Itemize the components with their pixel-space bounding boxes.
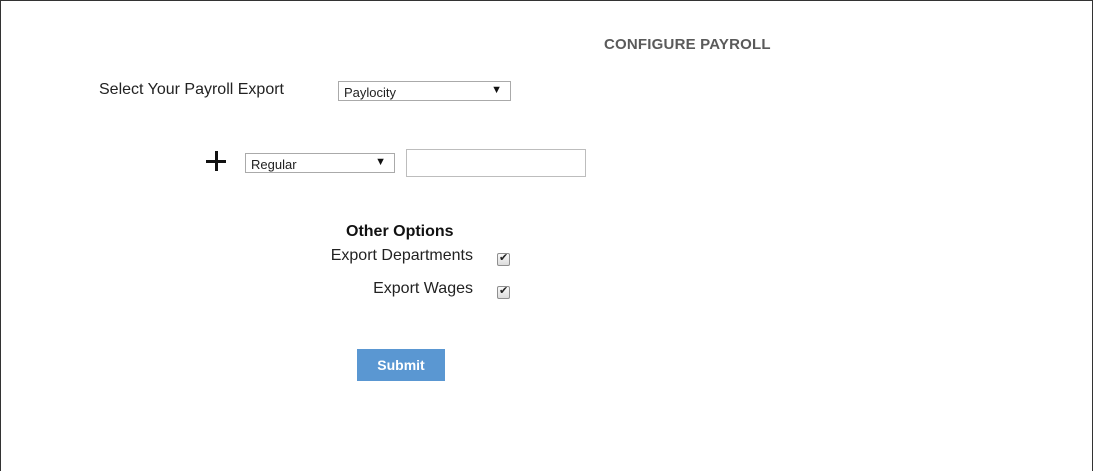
page-frame: CONFIGURE PAYROLL Select Your Payroll Ex… (0, 0, 1093, 471)
dropdown-arrow-icon: ▼ (375, 156, 386, 168)
dropdown-arrow-icon: ▼ (491, 84, 502, 96)
payroll-export-label: Select Your Payroll Export (99, 81, 284, 98)
submit-button[interactable]: Submit (357, 349, 445, 381)
export-wages-checkbox[interactable]: ✔ (497, 285, 510, 299)
pay-type-select[interactable]: Regular ▼ (245, 153, 395, 173)
export-departments-checkbox[interactable]: ✔ (497, 252, 510, 266)
export-departments-label: Export Departments (330, 247, 473, 264)
page-title: CONFIGURE PAYROLL (604, 36, 771, 53)
payroll-export-selected-value: Paylocity (344, 85, 397, 100)
earning-code-input[interactable] (406, 149, 586, 177)
pay-type-selected-value: Regular (251, 157, 297, 172)
payroll-export-select[interactable]: Paylocity ▼ (338, 81, 511, 101)
checkmark-icon: ✔ (499, 285, 509, 297)
checkmark-icon: ✔ (499, 252, 509, 264)
export-wages-label: Export Wages (373, 280, 473, 297)
plus-icon[interactable] (206, 151, 226, 171)
other-options-heading: Other Options (346, 223, 454, 240)
